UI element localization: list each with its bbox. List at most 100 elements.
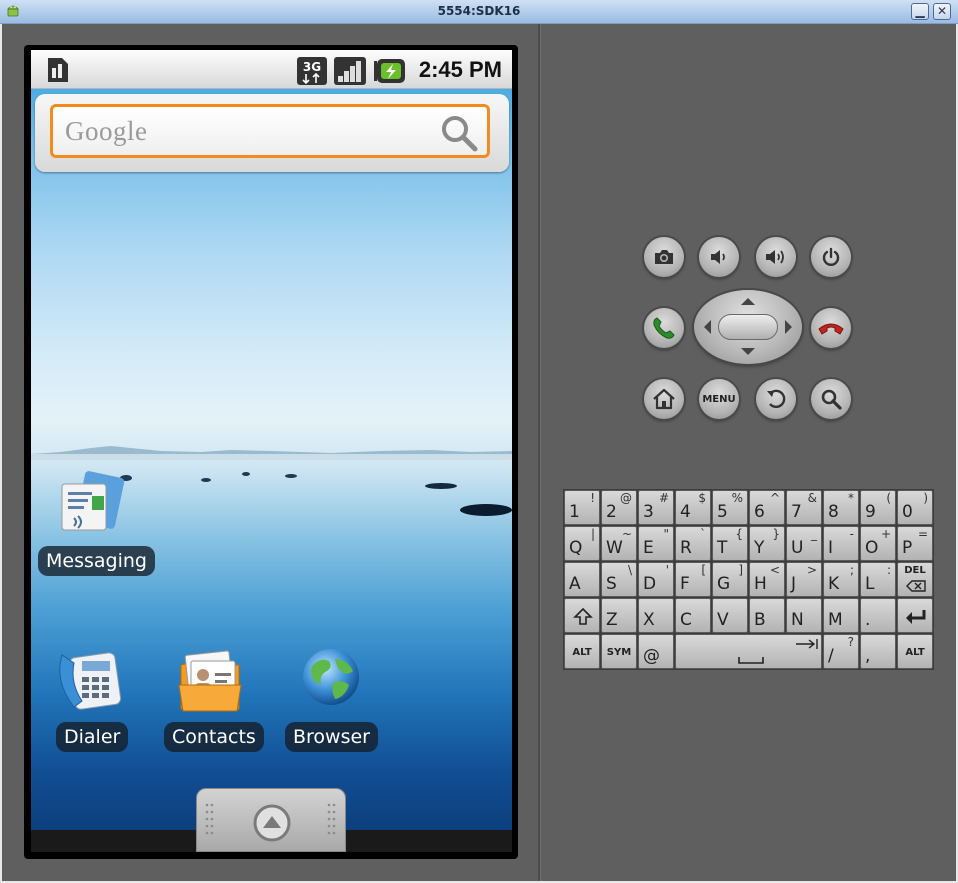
key-s[interactable]: S \ [601, 562, 637, 597]
key-z[interactable]: Z [601, 598, 637, 633]
dpad-down-icon[interactable] [739, 347, 757, 357]
search-input[interactable]: Google [50, 104, 490, 158]
key-6[interactable]: 6 ^ [749, 490, 785, 525]
key-alt-label: + [880, 527, 891, 541]
key-shift[interactable] [564, 598, 600, 633]
key-9[interactable]: 9( [860, 490, 896, 525]
key-alt-label: } [772, 527, 780, 541]
key-comma[interactable]: , [860, 634, 896, 669]
key-at[interactable]: @ [638, 634, 674, 669]
volume-up-button[interactable] [756, 237, 796, 277]
key-2[interactable]: 2 @ [601, 490, 637, 525]
key-n[interactable]: N [786, 598, 822, 633]
key-label: I [828, 538, 834, 558]
app-drawer-handle[interactable] [196, 788, 346, 852]
menu-button[interactable]: MENU [699, 379, 739, 419]
key-label: X [643, 610, 655, 630]
key-u[interactable]: U _ [786, 526, 822, 561]
key-m[interactable]: M [823, 598, 859, 633]
key-d[interactable]: D ' [638, 562, 674, 597]
key-y[interactable]: Y} [749, 526, 785, 561]
key-b[interactable]: B [749, 598, 785, 633]
volume-down-icon [711, 250, 725, 264]
key-label: @ [643, 646, 660, 666]
dpad-left-icon[interactable] [702, 318, 712, 336]
key-r[interactable]: R ` [675, 526, 711, 561]
key-alt-label: \ [627, 563, 632, 577]
key-5[interactable]: 5% [712, 490, 748, 525]
key-1[interactable]: 1! [564, 490, 600, 525]
call-button[interactable] [644, 308, 684, 348]
key-sym[interactable]: SYM [601, 634, 637, 669]
key-7[interactable]: 7 & [786, 490, 822, 525]
key-v[interactable]: V [712, 598, 748, 633]
key-h[interactable]: H < [749, 562, 785, 597]
key-delete[interactable]: DEL [897, 562, 933, 597]
app-browser[interactable]: Browser [285, 645, 385, 755]
key-k[interactable]: K; [823, 562, 859, 597]
dpad-right-icon[interactable] [784, 318, 794, 336]
home-button[interactable] [644, 379, 684, 419]
key-alt-label: ] [738, 563, 743, 577]
app-messaging[interactable]: Messaging [36, 470, 155, 580]
key-g[interactable]: G] [712, 562, 748, 597]
key-label: DEL [904, 565, 926, 576]
key-slash[interactable]: /? [823, 634, 859, 669]
status-time: 2:45 PM [418, 57, 502, 82]
phone-screen[interactable]: 3G 2:45 PM Google Messaging Dialer Conta… [31, 50, 512, 852]
app-contacts[interactable]: Contacts [163, 645, 264, 755]
close-button[interactable]: ✕ [933, 3, 951, 20]
hardware-keyboard: 1! 2 @3 #4 $5% 6 ^ 7 & 8 * 9(0) Q | W ~ E " R ` T{Y} U _ I - O + P =… [563, 489, 934, 670]
key-e[interactable]: E " [638, 526, 674, 561]
key-alt-right[interactable]: ALT [897, 634, 933, 669]
key-label: 1 [569, 502, 580, 522]
end-call-button[interactable] [811, 308, 851, 348]
key-period[interactable]: . [860, 598, 896, 633]
key-alt-label: < [769, 563, 780, 577]
key-4[interactable]: 4 $ [675, 490, 711, 525]
window-titlebar[interactable]: 5554:SDK16 ▁ ✕ [0, 0, 958, 24]
key-w[interactable]: W ~ [601, 526, 637, 561]
key-label: C [680, 610, 692, 630]
key-8[interactable]: 8 * [823, 490, 859, 525]
key-p[interactable]: P = [897, 526, 933, 561]
key-o[interactable]: O + [860, 526, 896, 561]
key-f[interactable]: F[ [675, 562, 711, 597]
key-label: N [791, 610, 804, 630]
key-label: ALT [572, 647, 592, 658]
camera-button[interactable] [644, 237, 684, 277]
dpad[interactable] [694, 290, 802, 364]
sim-card-icon [48, 58, 68, 82]
search-icon[interactable] [439, 113, 479, 153]
key-alt-label: ) [923, 491, 928, 505]
key-a[interactable]: A [564, 562, 600, 597]
key-enter[interactable] [897, 598, 933, 633]
back-button[interactable] [756, 379, 796, 419]
status-bar[interactable]: 3G 2:45 PM [31, 50, 512, 89]
app-dialer[interactable]: Dialer [46, 645, 136, 755]
dpad-up-icon[interactable] [739, 296, 757, 306]
key-0[interactable]: 0) [897, 490, 933, 525]
key-i[interactable]: I- [823, 526, 859, 561]
key-j[interactable]: J > [786, 562, 822, 597]
key-alt-left[interactable]: ALT [564, 634, 600, 669]
volume-down-button[interactable] [699, 237, 739, 277]
key-label: SYM [606, 647, 632, 658]
dpad-center-button[interactable] [718, 314, 778, 340]
key-alt-label: - [849, 527, 854, 541]
power-icon [822, 247, 840, 266]
key-label: B [754, 610, 766, 630]
hw-search-button[interactable] [811, 379, 851, 419]
key-space[interactable] [675, 634, 822, 669]
key-x[interactable]: X [638, 598, 674, 633]
key-label: W [606, 538, 623, 558]
key-l[interactable]: L: [860, 562, 896, 597]
google-search-widget[interactable]: Google [35, 94, 509, 172]
power-button[interactable] [811, 237, 851, 277]
key-c[interactable]: C [675, 598, 711, 633]
minimize-button[interactable]: ▁ [911, 3, 929, 20]
key-3[interactable]: 3 # [638, 490, 674, 525]
key-q[interactable]: Q | [564, 526, 600, 561]
key-label: O [865, 538, 879, 558]
key-t[interactable]: T{ [712, 526, 748, 561]
